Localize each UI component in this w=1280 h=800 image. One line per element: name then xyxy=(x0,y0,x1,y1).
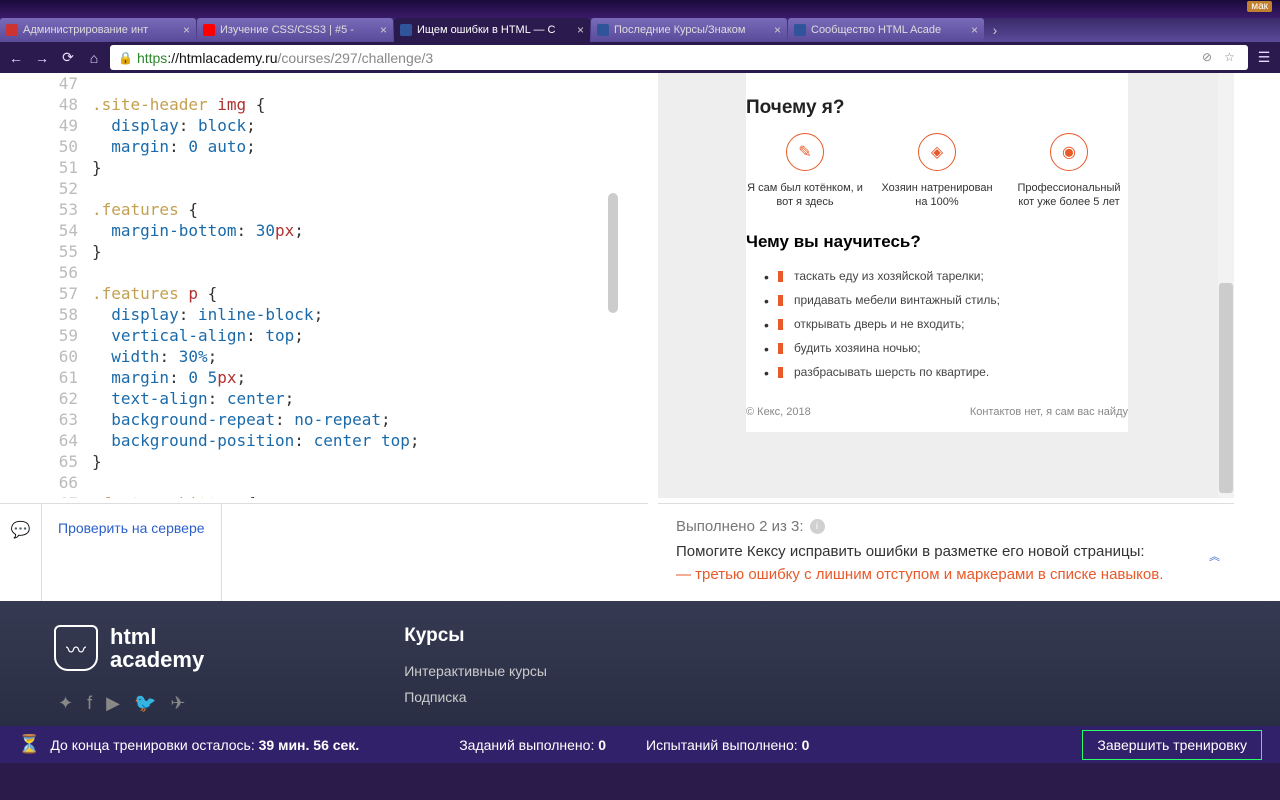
check-server-button[interactable]: Проверить на сервере xyxy=(42,504,222,603)
close-icon[interactable]: × xyxy=(971,23,978,37)
close-icon[interactable]: × xyxy=(380,23,387,37)
fb-icon[interactable]: f xyxy=(87,693,92,714)
new-tab-button[interactable]: › xyxy=(985,18,1005,42)
forward-button[interactable]: → xyxy=(32,48,52,68)
feature-icon: ◉ xyxy=(1050,133,1088,171)
scrollbar-thumb[interactable] xyxy=(1219,283,1233,493)
feature-item: ✎ Я сам был котёнком, и вот я здесь xyxy=(746,133,864,210)
youtube-icon[interactable]: ▶ xyxy=(106,693,120,714)
favicon xyxy=(400,24,412,36)
browser-tab[interactable]: Ищем ошибки в HTML — C × xyxy=(394,18,590,42)
lock-icon: 🔒 xyxy=(118,51,133,65)
twitter-icon[interactable]: 🐦 xyxy=(134,693,156,714)
hourglass-icon: ⏳ xyxy=(18,734,40,755)
feature-icon: ◈ xyxy=(918,133,956,171)
menu-icon[interactable]: ☰ xyxy=(1254,48,1274,68)
progress-text: Помогите Кексу исправить ошибки в размет… xyxy=(676,543,1216,560)
preview-heading-learn: Чему вы научитесь? xyxy=(746,210,1128,264)
favicon xyxy=(597,24,609,36)
tab-label: Последние Курсы/Знаком xyxy=(614,24,745,36)
progress-panel: Выполнено 2 из 3: i Помогите Кексу испра… xyxy=(658,503,1234,603)
tab-label: Администрирование инт xyxy=(23,24,148,36)
preview-contact: Контактов нет, я сам вас найду xyxy=(970,406,1128,418)
close-icon[interactable]: × xyxy=(183,23,190,37)
url-scheme: https xyxy=(137,50,167,66)
progress-error: третью ошибку с лишним отступом и маркер… xyxy=(676,566,1216,583)
browser-tab-strip: Администрирование инт×Изучение CSS/CSS3 … xyxy=(0,18,1280,42)
preview-pane: Почему я? ✎ Я сам был котёнком, и вот я з… xyxy=(658,73,1234,498)
url-host: ://htmlacademy.ru xyxy=(167,50,277,66)
timer-bar: ⏳ До конца тренировки осталось: 39 мин. … xyxy=(0,726,1280,763)
progress-heading: Выполнено 2 из 3: xyxy=(676,518,804,535)
code-editor[interactable]: 4748.site-header img {49 display: block;… xyxy=(0,73,648,498)
skill-item: открывать дверь и не входить; xyxy=(746,312,1128,336)
stat-trials: Испытаний выполнено: 0 xyxy=(646,737,809,753)
tab-label: Ищем ошибки в HTML — C xyxy=(417,24,555,36)
footer-link[interactable]: Интерактивные курсы xyxy=(404,663,547,679)
favicon xyxy=(203,24,215,36)
url-field[interactable]: 🔒 https://htmlacademy.ru/courses/297/cha… xyxy=(110,45,1248,70)
feature-item: ◈ Хозяин натренирован на 100% xyxy=(878,133,996,210)
telegram-icon[interactable]: ✈ xyxy=(170,693,185,714)
favicon xyxy=(794,24,806,36)
editor-scrollbar[interactable] xyxy=(608,193,618,313)
skill-item: будить хозяина ночью; xyxy=(746,336,1128,360)
tab-label: Сообщество HTML Acade xyxy=(811,24,941,36)
feature-text: Я сам был котёнком, и вот я здесь xyxy=(746,181,864,210)
site-footer: 〰 htmlacademy ✦ f ▶ 🐦 ✈ Курсы Интерактив… xyxy=(0,601,1280,726)
close-icon[interactable]: × xyxy=(577,23,584,37)
footer-link[interactable]: Подписка xyxy=(404,689,547,705)
feature-text: Хозяин натренирован на 100% xyxy=(878,181,996,210)
browser-tab[interactable]: Изучение CSS/CSS3 | #5 - × xyxy=(197,18,393,42)
preview-scrollbar[interactable] xyxy=(1218,73,1234,498)
finish-button[interactable]: Завершить тренировку xyxy=(1082,730,1262,760)
feature-text: Профессиональный кот уже более 5 лет xyxy=(1010,181,1128,210)
timer-text: До конца тренировки осталось: 39 мин. 56… xyxy=(50,737,359,753)
back-button[interactable]: ← xyxy=(6,48,26,68)
browser-toolbar: ← → ⟳ ⌂ 🔒 https://htmlacademy.ru/courses… xyxy=(0,42,1280,73)
skill-item: таскать еду из хозяйской тарелки; xyxy=(746,264,1128,288)
footer-heading: Курсы xyxy=(404,625,547,647)
stat-tasks: Заданий выполнено: 0 xyxy=(459,737,606,753)
url-path: /courses/297/challenge/3 xyxy=(278,50,434,66)
info-icon[interactable]: i xyxy=(810,519,825,534)
skill-item: разбрасывать шерсть по квартире. xyxy=(746,360,1128,384)
chat-icon[interactable]: 💬 xyxy=(0,504,42,603)
browser-tab[interactable]: Последние Курсы/Знаком × xyxy=(591,18,787,42)
check-panel: 💬 Проверить на сервере xyxy=(0,503,648,603)
preview-heading-why: Почему я? xyxy=(746,73,1128,133)
bookmark-icon[interactable]: ☆ xyxy=(1224,50,1240,66)
close-icon[interactable]: × xyxy=(774,23,781,37)
skill-item: придавать мебели винтажный стиль; xyxy=(746,288,1128,312)
reload-button[interactable]: ⟳ xyxy=(58,48,78,68)
home-button[interactable]: ⌂ xyxy=(84,48,104,68)
browser-tab[interactable]: Сообщество HTML Acade × xyxy=(788,18,984,42)
preview-copyright: © Кекс, 2018 xyxy=(746,406,811,418)
feature-icon: ✎ xyxy=(786,133,824,171)
vk-icon[interactable]: ✦ xyxy=(58,693,73,714)
os-menu-bar: мак xyxy=(0,0,1280,18)
block-icon[interactable]: ⊘ xyxy=(1202,50,1218,66)
favicon xyxy=(6,24,18,36)
tab-label: Изучение CSS/CSS3 | #5 - xyxy=(220,24,354,36)
os-badge: мак xyxy=(1247,1,1272,12)
browser-tab[interactable]: Администрирование инт × xyxy=(0,18,196,42)
shield-icon: 〰 xyxy=(54,625,98,671)
expand-icon[interactable]: ︽ xyxy=(1209,548,1220,564)
feature-item: ◉ Профессиональный кот уже более 5 лет xyxy=(1010,133,1128,210)
